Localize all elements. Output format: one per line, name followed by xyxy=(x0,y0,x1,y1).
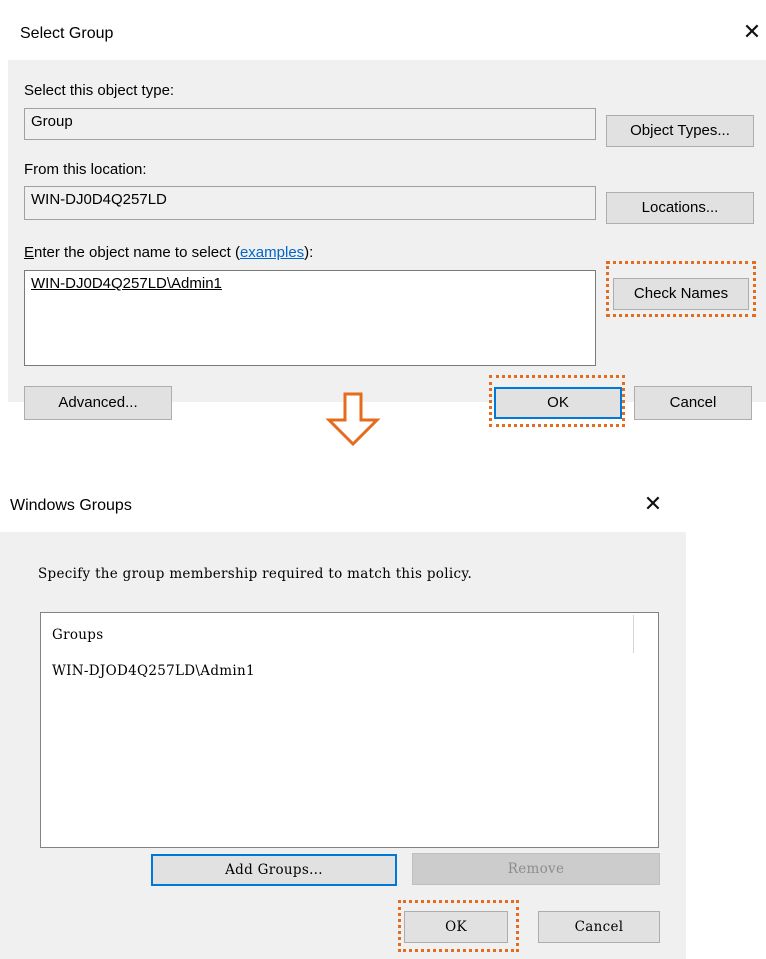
object-name-value: WIN-DJ0D4Q257LD\Admin1 xyxy=(31,275,222,292)
ok-button[interactable]: OK xyxy=(404,911,508,943)
remove-button[interactable]: Remove xyxy=(412,853,660,885)
list-item[interactable]: WIN-DJOD4Q257LD\Admin1 xyxy=(52,663,255,679)
instruction-text: Specify the group membership required to… xyxy=(38,566,473,582)
advanced-button[interactable]: Advanced... xyxy=(24,386,172,420)
object-name-textarea[interactable]: WIN-DJ0D4Q257LD\Admin1 xyxy=(24,270,596,366)
object-type-field: Group xyxy=(24,108,596,140)
close-icon[interactable]: ✕ xyxy=(641,492,665,516)
ok-button[interactable]: OK xyxy=(494,387,622,419)
object-type-label: Select this object type: xyxy=(24,82,175,99)
dialog-title: Windows Groups xyxy=(10,497,132,514)
examples-link[interactable]: examples xyxy=(240,244,304,261)
locations-button[interactable]: Locations... xyxy=(606,192,754,224)
select-group-dialog: Select Group ✕ Select this object type: … xyxy=(8,10,766,427)
dialog-title: Select Group xyxy=(20,25,114,42)
header-divider xyxy=(633,615,634,653)
title-bar: Select Group ✕ xyxy=(8,10,766,60)
enter-name-label-text: nter the object name to select ( xyxy=(34,244,240,261)
check-names-button[interactable]: Check Names xyxy=(613,278,749,310)
location-label: From this location: xyxy=(24,161,147,178)
down-arrow-icon xyxy=(325,392,381,447)
title-bar: Windows Groups ✕ xyxy=(0,482,686,532)
enter-name-label-end: ): xyxy=(304,244,314,261)
location-field: WIN-DJ0D4Q257LD xyxy=(24,186,596,220)
windows-groups-dialog: Windows Groups ✕ Specify the group membe… xyxy=(0,482,686,959)
enter-name-accesskey: E xyxy=(24,244,35,261)
object-types-button[interactable]: Object Types... xyxy=(606,115,754,147)
close-icon[interactable]: ✕ xyxy=(740,20,764,44)
enter-name-label: Enter the object name to select (example… xyxy=(24,244,313,261)
cancel-button[interactable]: Cancel xyxy=(634,386,752,420)
list-header: Groups xyxy=(52,627,104,643)
groups-list[interactable]: Groups WIN-DJOD4Q257LD\Admin1 xyxy=(40,612,659,848)
add-groups-button[interactable]: Add Groups... xyxy=(151,854,397,886)
cancel-button[interactable]: Cancel xyxy=(538,911,660,943)
